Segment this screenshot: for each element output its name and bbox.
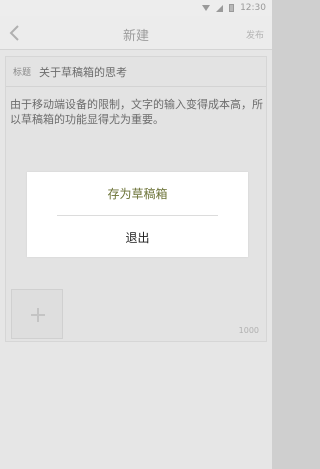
- plus-icon: [31, 308, 45, 322]
- char-count: 1000: [238, 326, 259, 335]
- signal-icon: [216, 4, 224, 12]
- status-bar: 12:30: [0, 0, 272, 16]
- publish-button[interactable]: 发布: [246, 28, 264, 41]
- exit-dialog: 存为草稿箱 退出: [27, 172, 248, 257]
- nav-bar: 新建 发布: [0, 16, 272, 50]
- save-draft-button[interactable]: 存为草稿箱: [27, 172, 248, 214]
- exit-button[interactable]: 退出: [27, 216, 248, 258]
- title-row[interactable]: 标题 关于草稿箱的思考: [6, 57, 266, 87]
- battery-icon: [229, 4, 235, 12]
- page-title: 新建: [122, 29, 149, 44]
- status-time: 12:30: [240, 3, 266, 13]
- title-input[interactable]: 关于草稿箱的思考: [39, 64, 127, 80]
- body-textarea[interactable]: 由于移动端设备的限制，文字的输入变得成本高，所以草稿箱的功能显得尤为重要。: [10, 97, 264, 127]
- title-label: 标题: [13, 68, 32, 78]
- wifi-icon: [202, 5, 211, 11]
- add-image-button[interactable]: [11, 289, 63, 339]
- screen: 12:30 新建 发布 标题 关于草稿箱的思考 由于移动端设备的限制，文字的输入…: [0, 0, 272, 469]
